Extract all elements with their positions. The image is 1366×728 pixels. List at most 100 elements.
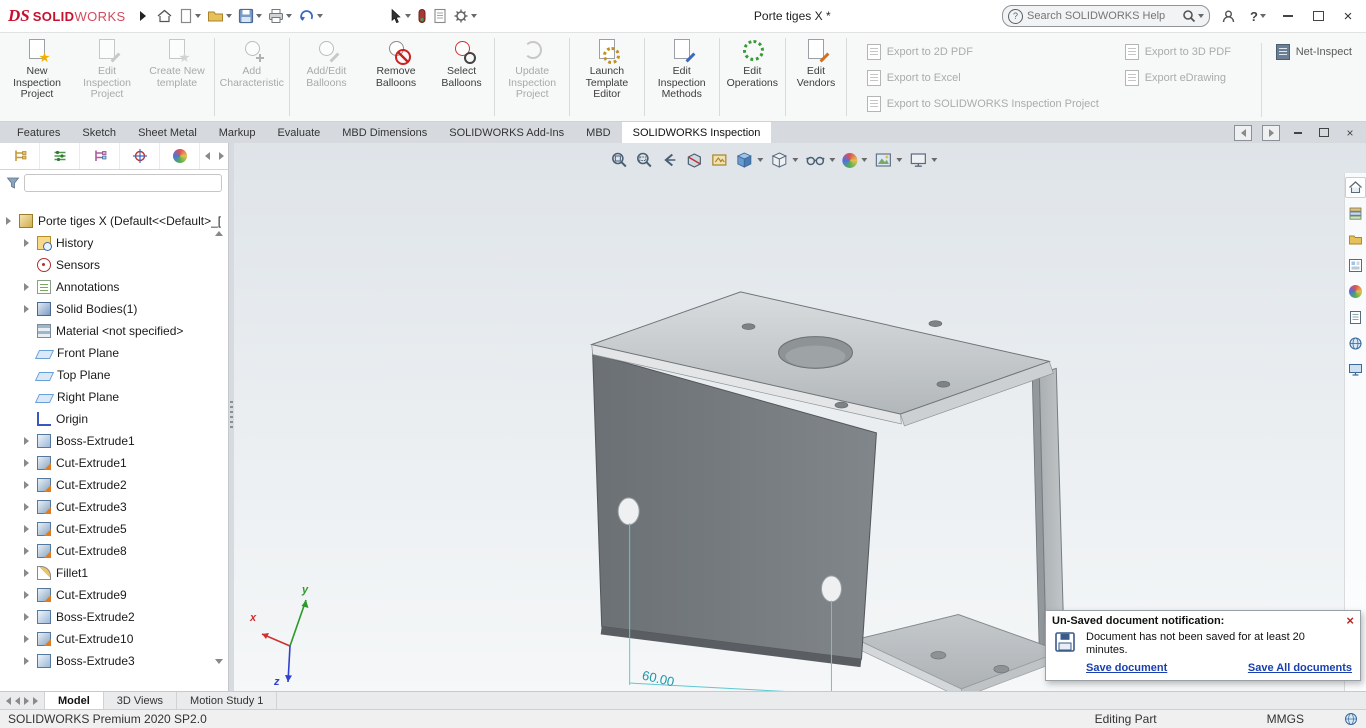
menu-expand-icon[interactable]	[139, 11, 146, 21]
close-button[interactable]: ×	[1336, 5, 1360, 27]
tree-item-origin[interactable]: Origin	[0, 408, 228, 430]
search-input[interactable]	[1023, 10, 1182, 22]
tree-item-annotations[interactable]: Annotations	[0, 276, 228, 298]
expand-arrow-icon[interactable]	[24, 547, 29, 555]
home-button[interactable]	[154, 6, 175, 26]
next-tab-button[interactable]	[24, 696, 29, 705]
expand-arrow-icon[interactable]	[24, 657, 29, 665]
doc-restore-button[interactable]	[1316, 126, 1332, 140]
manager-tabs-scroll-left[interactable]	[200, 143, 214, 169]
tree-item-cut-extrude1[interactable]: Cut-Extrude1	[0, 452, 228, 474]
3d-drawing-view-button[interactable]	[710, 151, 728, 169]
open-document-button[interactable]	[205, 6, 234, 26]
search-scope-caret-icon[interactable]	[1198, 14, 1204, 18]
task-pane-view-palette[interactable]	[1345, 255, 1366, 276]
export-sw-inspection-project-button[interactable]: Export to SOLIDWORKS Inspection Project	[861, 91, 1113, 117]
view-orientation-button[interactable]	[735, 151, 764, 169]
expand-arrow-icon[interactable]	[24, 481, 29, 489]
expand-arrow-icon[interactable]	[24, 569, 29, 577]
zoom-fit-button[interactable]	[610, 151, 628, 169]
expand-arrow-icon[interactable]	[24, 503, 29, 511]
tree-item-history[interactable]: History	[0, 232, 228, 254]
tab-features[interactable]: Features	[6, 122, 71, 143]
export-excel-button[interactable]: Export to Excel	[861, 65, 1113, 91]
tab-mbd-dimensions[interactable]: MBD Dimensions	[331, 122, 438, 143]
tab-markup[interactable]: Markup	[208, 122, 267, 143]
view-orientation-caret-icon[interactable]	[757, 158, 764, 162]
tree-item-top-plane[interactable]: Top Plane	[0, 364, 228, 386]
expand-arrow-icon[interactable]	[24, 613, 29, 621]
options-button[interactable]	[451, 6, 479, 26]
featuremanager-tab[interactable]	[0, 143, 40, 169]
notification-close-button[interactable]: ×	[1344, 614, 1356, 627]
help-button[interactable]: ?	[1246, 5, 1270, 27]
tree-item-sensors[interactable]: Sensors	[0, 254, 228, 276]
task-pane-design-library[interactable]	[1345, 203, 1366, 224]
tree-item-cut-extrude5[interactable]: Cut-Extrude5	[0, 518, 228, 540]
tab-model[interactable]: Model	[45, 692, 104, 709]
export-3d-pdf-button[interactable]: Export to 3D PDF	[1119, 39, 1247, 65]
remove-balloons-button[interactable]: Remove Balloons	[361, 33, 430, 121]
graphics-viewport[interactable]: 60.00 x y z Un-Saved document notificati…	[234, 143, 1366, 691]
tab-motion-study-1[interactable]: Motion Study 1	[177, 692, 278, 709]
new-inspection-project-button[interactable]: New Inspection Project	[2, 33, 72, 121]
tab-sketch[interactable]: Sketch	[71, 122, 127, 143]
task-pane-3d-content-central[interactable]	[1345, 333, 1366, 354]
expand-arrow-icon[interactable]	[24, 283, 29, 291]
expand-arrow-icon[interactable]	[24, 591, 29, 599]
last-tab-button[interactable]	[33, 696, 38, 705]
configurationmanager-tab[interactable]	[80, 143, 120, 169]
first-tab-button[interactable]	[6, 696, 11, 705]
tree-item-fillet1[interactable]: Fillet1	[0, 562, 228, 584]
export-2d-pdf-button[interactable]: Export to 2D PDF	[861, 39, 1113, 65]
add-edit-balloons-button[interactable]: Add/Edit Balloons	[292, 33, 362, 121]
tree-scroll-down-button[interactable]	[213, 655, 225, 667]
section-view-button[interactable]	[685, 151, 703, 169]
print-button[interactable]	[266, 6, 294, 26]
previous-view-button[interactable]	[660, 151, 678, 169]
tree-item-boss-extrude2[interactable]: Boss-Extrude2	[0, 606, 228, 628]
tree-item-cut-extrude3[interactable]: Cut-Extrude3	[0, 496, 228, 518]
edit-appearance-button[interactable]	[842, 152, 868, 168]
add-characteristic-button[interactable]: Add Characteristic	[217, 33, 287, 121]
expand-arrow-icon[interactable]	[24, 305, 29, 313]
task-pane-appearances-scenes[interactable]	[1345, 281, 1366, 302]
undo-button[interactable]	[296, 6, 325, 26]
tree-item-right-plane[interactable]: Right Plane	[0, 386, 228, 408]
file-properties-button[interactable]	[431, 6, 449, 26]
units-label[interactable]: MMGS	[1267, 712, 1304, 726]
manager-tabs-scroll-right[interactable]	[214, 143, 228, 169]
view-settings-button[interactable]	[909, 151, 938, 169]
tree-item-boss-extrude3[interactable]: Boss-Extrude3	[0, 650, 228, 672]
edit-operations-button[interactable]: Edit Operations	[721, 33, 783, 121]
tree-scroll-up-button[interactable]	[213, 227, 225, 239]
tree-item-material[interactable]: Material <not specified>	[0, 320, 228, 342]
update-inspection-project-button[interactable]: Update Inspection Project	[497, 33, 567, 121]
tab-3d-views[interactable]: 3D Views	[104, 692, 178, 709]
task-pane-solidworks-resources[interactable]	[1345, 177, 1366, 198]
select-tool-button[interactable]	[387, 6, 413, 26]
edit-appearance-caret-icon[interactable]	[861, 158, 868, 162]
create-new-template-button[interactable]: Create New template	[142, 33, 212, 121]
edit-vendors-button[interactable]: Edit Vendors	[788, 33, 844, 121]
expand-arrow-icon[interactable]	[24, 459, 29, 467]
expand-arrow-icon[interactable]	[24, 525, 29, 533]
displaymanager-tab[interactable]	[160, 143, 200, 169]
rebuild-button[interactable]	[415, 6, 429, 26]
export-edrawing-button[interactable]: Export eDrawing	[1119, 65, 1247, 91]
task-pane-file-explorer[interactable]	[1345, 229, 1366, 250]
tab-solidworks-add-ins[interactable]: SOLIDWORKS Add-Ins	[438, 122, 575, 143]
login-button[interactable]	[1216, 5, 1240, 27]
propertymanager-tab[interactable]	[40, 143, 80, 169]
tree-item-cut-extrude10[interactable]: Cut-Extrude10	[0, 628, 228, 650]
tree-item-solid-bodies[interactable]: Solid Bodies(1)	[0, 298, 228, 320]
help-search-box[interactable]: ?	[1002, 5, 1210, 27]
tree-item-boss-extrude1[interactable]: Boss-Extrude1	[0, 430, 228, 452]
restore-button[interactable]	[1306, 5, 1330, 27]
search-icon[interactable]	[1182, 9, 1196, 23]
status-globe-icon[interactable]	[1344, 712, 1358, 726]
zoom-area-button[interactable]	[635, 151, 653, 169]
tab-sheet-metal[interactable]: Sheet Metal	[127, 122, 208, 143]
save-button[interactable]	[236, 6, 264, 26]
apply-scene-button[interactable]	[874, 151, 903, 169]
